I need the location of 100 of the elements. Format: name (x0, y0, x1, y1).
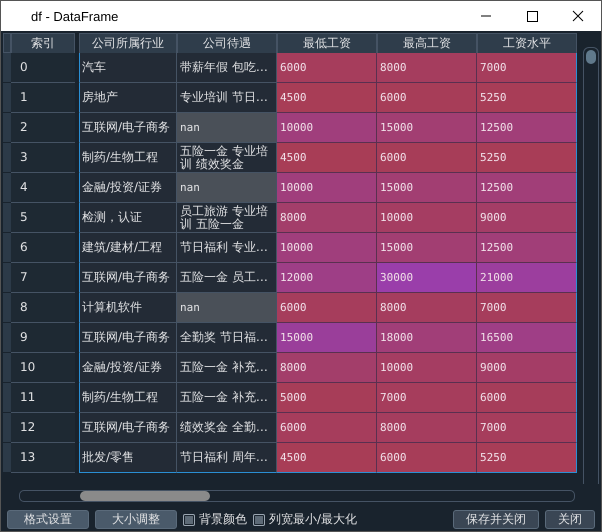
table-cell: 4500 (277, 443, 377, 473)
table-cell: 五险一金 补充… (177, 353, 277, 383)
row-index: 0 (11, 53, 75, 83)
table-cell: 7000 (477, 413, 577, 443)
column-header[interactable]: 工资水平 (477, 33, 577, 53)
table-cell: 6000 (277, 413, 377, 443)
table-cell: 15000 (277, 323, 377, 353)
table-cell: 8000 (277, 203, 377, 233)
table-cell: 检测，认证 (79, 203, 177, 233)
table-cell: 5000 (277, 383, 377, 413)
table-cell: 5250 (477, 83, 577, 113)
table-cell: 4500 (277, 143, 377, 173)
column-header[interactable]: 最低工资 (277, 33, 377, 53)
table-cell: 全勤奖 节日福… (177, 323, 277, 353)
table-cell: 批发/零售 (79, 443, 177, 473)
table-cell: 8000 (277, 353, 377, 383)
column-header[interactable]: 索引 (11, 33, 75, 53)
table-cell: 9000 (477, 353, 577, 383)
table-cell: 五险一金 专业培训 绩效奖金 (177, 143, 277, 173)
table-cell: 节日福利 周年… (177, 443, 277, 473)
row-index: 12 (11, 413, 75, 443)
row-handle[interactable] (3, 383, 11, 413)
table-cell: 员工旅游 专业培训 五险一金 (177, 203, 277, 233)
dialog-button[interactable]: 关闭 (545, 510, 595, 529)
table-cell: 互联网/电子商务 (79, 113, 177, 143)
table-cell: 10000 (277, 113, 377, 143)
table-cell: 6000 (377, 443, 477, 473)
table-cell: 7000 (477, 293, 577, 323)
row-index: 7 (11, 263, 75, 293)
table-cell: 制药/生物工程 (79, 143, 177, 173)
toolbar-button[interactable]: 格式设置 (7, 510, 89, 529)
row-handle[interactable] (3, 353, 11, 383)
table-cell: 18000 (377, 323, 477, 353)
row-index: 11 (11, 383, 75, 413)
row-index: 3 (11, 143, 75, 173)
table-cell: 7000 (377, 383, 477, 413)
row-handle[interactable] (3, 143, 11, 173)
table-cell: 6000 (377, 83, 477, 113)
row-index: 10 (11, 353, 75, 383)
row-index: 8 (11, 293, 75, 323)
row-handle[interactable] (3, 203, 11, 233)
table-cell: 制药/生物工程 (79, 383, 177, 413)
column-header[interactable]: 公司所属行业 (79, 33, 177, 53)
window-title: df - DataFrame (30, 8, 120, 24)
table-cell: nan (177, 293, 277, 323)
table-cell: 互联网/电子商务 (79, 413, 177, 443)
table-cell: 带薪年假 包吃… (177, 53, 277, 83)
dialog-button[interactable]: 保存并关闭 (453, 510, 539, 529)
table-cell: 10000 (277, 233, 377, 263)
table-cell: 6000 (477, 383, 577, 413)
table-cell: 汽车 (79, 53, 177, 83)
table-cell: 21000 (477, 263, 577, 293)
table-cell: 15000 (377, 173, 477, 203)
column-header[interactable]: 公司待遇 (177, 33, 277, 53)
column-header[interactable]: 最高工资 (377, 33, 477, 53)
header-corner (3, 33, 11, 53)
table-cell: 房地产 (79, 83, 177, 113)
row-handle[interactable] (3, 53, 11, 83)
table-cell: 建筑/建材/工程 (79, 233, 177, 263)
row-index: 4 (11, 173, 75, 203)
row-index: 5 (11, 203, 75, 233)
row-handle[interactable] (3, 113, 11, 143)
table-cell: 5250 (477, 143, 577, 173)
table-cell: 12500 (477, 173, 577, 203)
table-cell: 6000 (377, 143, 477, 173)
row-handle[interactable] (3, 323, 11, 353)
table-cell: 专业培训 节日… (177, 83, 277, 113)
table-cell: nan (177, 113, 277, 143)
table-cell: 互联网/电子商务 (79, 323, 177, 353)
row-handle[interactable] (3, 293, 11, 323)
checkbox-label: 列宽最小/最大化 (269, 511, 358, 528)
toolbar-button[interactable]: 大小调整 (95, 510, 177, 529)
table-cell: 15000 (377, 233, 477, 263)
row-handle[interactable] (3, 83, 11, 113)
table-cell: 金融/投资/证券 (79, 353, 177, 383)
table-cell: 7000 (477, 53, 577, 83)
table-cell: 金融/投资/证券 (79, 173, 177, 203)
vertical-scrollbar[interactable] (583, 47, 599, 484)
row-handle[interactable] (3, 263, 11, 293)
table-cell: 6000 (277, 53, 377, 83)
row-handle[interactable] (3, 413, 11, 443)
checkbox[interactable] (253, 514, 265, 526)
checkbox[interactable] (183, 514, 195, 526)
row-handle[interactable] (3, 233, 11, 263)
table-cell: 10000 (377, 203, 477, 233)
table-cell: 10000 (377, 353, 477, 383)
row-handle[interactable] (3, 443, 11, 473)
row-index: 1 (11, 83, 75, 113)
table-cell: 12500 (477, 113, 577, 143)
row-index: 13 (11, 443, 75, 473)
table-cell: 五险一金 员工… (177, 263, 277, 293)
checkbox-label: 背景颜色 (199, 511, 247, 528)
horizontal-scrollbar[interactable] (19, 490, 575, 502)
table-cell: 16500 (477, 323, 577, 353)
table-cell: 8000 (377, 293, 477, 323)
table-cell: 15000 (377, 113, 477, 143)
table-cell: 5250 (477, 443, 577, 473)
table-cell: 互联网/电子商务 (79, 263, 177, 293)
row-handle[interactable] (3, 173, 11, 203)
table-cell: 30000 (377, 263, 477, 293)
